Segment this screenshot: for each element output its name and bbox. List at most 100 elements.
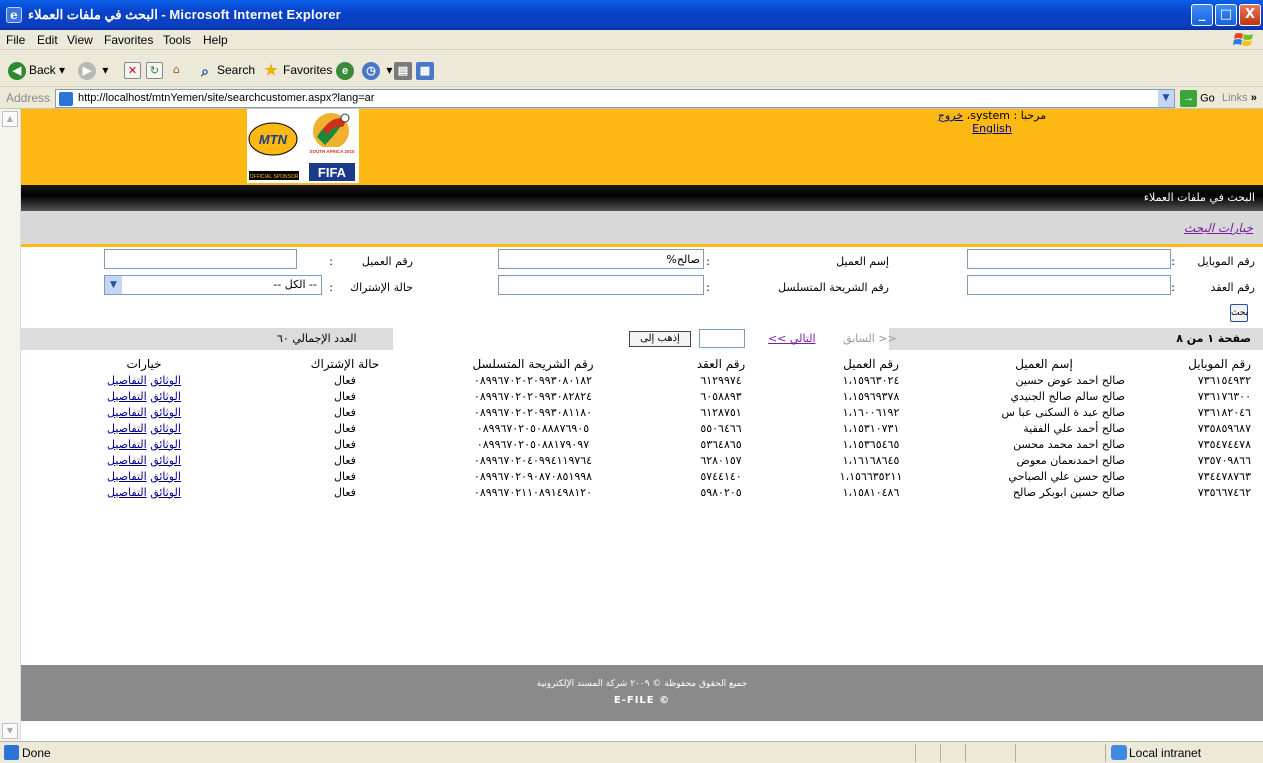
details-link[interactable]: التفاصيل <box>107 454 147 467</box>
maximize-button[interactable]: □ <box>1215 4 1237 26</box>
media-button[interactable]: e <box>336 59 357 81</box>
site-header: MTN OFFICIAL SPONSOR SOUTH AFRICA 2010 F… <box>21 109 1263 185</box>
cell-customer-name: صالح احمد عوض حسين <box>1015 373 1125 387</box>
documents-link[interactable]: الوثائق <box>150 390 181 403</box>
page-title-bar: البحث في ملفات العملاء <box>21 185 1263 211</box>
documents-link[interactable]: الوثائق <box>150 486 181 499</box>
details-link[interactable]: التفاصيل <box>107 374 147 387</box>
status-bar: Done Local intranet <box>0 741 1263 763</box>
contract-input[interactable] <box>967 275 1171 295</box>
documents-link[interactable]: الوثائق <box>150 422 181 435</box>
customer-name-input[interactable] <box>498 249 704 269</box>
page-number-input[interactable] <box>699 329 745 348</box>
scroll-up-icon[interactable]: ▲ <box>2 111 18 127</box>
cell-sim-serial: ٠٨٩٩٦٧٠٢٠٥٠٨٨٨٧٦٩٠٥ <box>476 421 590 435</box>
documents-link[interactable]: الوثائق <box>150 470 181 483</box>
stop-icon[interactable]: ✕ <box>124 62 141 79</box>
cell-mobile: ٧٣٦١٥٤٩٣٢ <box>1197 373 1251 387</box>
refresh-icon[interactable]: ↻ <box>146 62 163 79</box>
edit-icon: ▦ <box>416 61 434 80</box>
scroll-down-icon[interactable]: ▼ <box>2 723 18 739</box>
table-row: ٧٣٥٤٧٤٤٧٨ صالح احمد محمد محسن ١،١٥٣٦٥٤٦٥ ٥٣… <box>21 436 1263 452</box>
subscription-select[interactable]: ▼ -- الكل -- <box>104 275 322 295</box>
customer-no-input[interactable] <box>104 249 297 269</box>
english-link[interactable]: English <box>972 122 1012 135</box>
mobile-input[interactable] <box>967 249 1171 269</box>
cell-customer-name: صالح احمدنعمان معوض <box>1016 453 1125 467</box>
logout-link[interactable]: خروج <box>938 109 963 122</box>
cell-options: الوثائق التفاصيل <box>21 388 267 404</box>
col-contract: رقم العقد <box>696 357 746 371</box>
documents-link[interactable]: الوثائق <box>150 374 181 387</box>
go-to-page-button[interactable]: إذهب إلى <box>629 331 691 347</box>
menu-favorites[interactable]: Favorites <box>104 33 153 47</box>
menu-file[interactable]: File <box>6 33 25 47</box>
sim-serial-colon: : <box>706 281 710 294</box>
edit-button[interactable]: ▦ <box>416 59 437 81</box>
menu-edit[interactable]: Edit <box>37 33 58 47</box>
page-done-icon <box>4 745 19 760</box>
documents-link[interactable]: الوثائق <box>150 454 181 467</box>
documents-link[interactable]: الوثائق <box>150 438 181 451</box>
forward-button[interactable]: ▶ ▾ <box>78 59 108 81</box>
details-link[interactable]: التفاصيل <box>107 406 147 419</box>
svg-text:OFFICIAL SPONSOR: OFFICIAL SPONSOR <box>250 174 299 180</box>
svg-text:MTN: MTN <box>259 132 288 147</box>
table-row: ٧٣٦١٧٦٣٠٠ صالح سالم صالح الجنيدي ١،١٥٩٦٩٣٧… <box>21 388 1263 404</box>
mobile-colon: : <box>1171 255 1175 268</box>
cell-customer-name: صالح حسين ابوبكر صالح <box>1012 485 1125 499</box>
cell-contract: ٥٩٨٠٢٠٥ <box>700 485 742 499</box>
results-pager: صفحة ١ من ٨ << السابق التالي >> إذهب إلى… <box>21 328 1263 350</box>
vertical-scrollbar[interactable]: ▲ ▼ <box>0 109 21 741</box>
mtn-fifa-logo: MTN OFFICIAL SPONSOR SOUTH AFRICA 2010 F… <box>247 109 359 183</box>
details-link[interactable]: التفاصيل <box>107 422 147 435</box>
subscription-colon: : <box>329 281 333 294</box>
window-title-bar[interactable]: e البحث في ملفات العملاء - Microsoft Int… <box>0 0 1263 30</box>
cell-sim-serial: ٠٨٩٩٦٧٠٢١١٠٨٩١٤٩٨١٢٠ <box>473 485 593 499</box>
close-button[interactable]: X <box>1239 4 1261 26</box>
cell-mobile: ٧٣٤٤٧٨٧٦٣ <box>1197 469 1251 483</box>
site-footer: جميع الحقوق محفوظة © ٢٠٠٩ شركة المسند ال… <box>21 665 1263 721</box>
cell-mobile: ٧٣٥٨٥٩٦٨٧ <box>1197 421 1251 435</box>
back-button[interactable]: ◀ Back ▾ <box>8 59 65 81</box>
favorites-button[interactable]: ★ Favorites <box>262 59 332 81</box>
cell-contract: ٦٢٨٠١٥٧ <box>700 453 742 467</box>
cell-contract: ٦١٢٩٩٧٤ <box>700 373 742 387</box>
search-options-link[interactable]: خيارات البحث <box>1184 221 1253 235</box>
address-dropdown-icon[interactable]: ▼ <box>1158 90 1174 107</box>
links-button[interactable]: Links » <box>1222 92 1257 104</box>
status-divider <box>915 744 916 762</box>
sim-serial-input[interactable] <box>498 275 704 295</box>
menu-help[interactable]: Help <box>203 33 228 47</box>
search-button[interactable]: بحث <box>1230 304 1248 322</box>
cell-customer-no: ١،١٥٨١٠٤٨٦ <box>842 485 900 499</box>
documents-link[interactable]: الوثائق <box>150 406 181 419</box>
cell-subscription: فعال <box>334 469 356 483</box>
svg-text:SOUTH AFRICA 2010: SOUTH AFRICA 2010 <box>310 149 355 154</box>
menu-tools[interactable]: Tools <box>163 33 191 47</box>
home-icon[interactable]: ⌂ <box>168 62 185 79</box>
details-link[interactable]: التفاصيل <box>107 470 147 483</box>
print-button[interactable]: ▤ <box>394 59 415 81</box>
minimize-button[interactable]: _ <box>1191 4 1213 26</box>
page-icon <box>59 92 73 106</box>
next-link[interactable]: التالي >> <box>768 332 816 345</box>
cell-customer-no: ١،١٥٩٦٩٣٧٨ <box>842 389 900 403</box>
search-button[interactable]: ⌕ Search <box>196 59 255 81</box>
cell-customer-name: صالح سالم صالح الجنيدي <box>1010 389 1125 403</box>
menu-view[interactable]: View <box>67 33 93 47</box>
details-link[interactable]: التفاصيل <box>107 438 147 451</box>
cell-customer-no: ١،١٦٠٠٦١٩٢ <box>842 405 900 419</box>
address-input[interactable]: http://localhost/mtnYemen/site/searchcus… <box>55 89 1175 108</box>
cell-subscription: فعال <box>334 421 356 435</box>
previous-link: << السابق <box>843 332 897 345</box>
status-divider <box>1015 744 1016 762</box>
history-button[interactable]: ◷ ▾ <box>362 59 392 81</box>
go-button[interactable]: → Go <box>1180 90 1215 107</box>
cell-options: الوثائق التفاصيل <box>21 420 267 436</box>
col-customer-name: إسم العميل <box>1015 357 1073 371</box>
details-link[interactable]: التفاصيل <box>107 390 147 403</box>
cell-options: الوثائق التفاصيل <box>21 372 267 388</box>
details-link[interactable]: التفاصيل <box>107 486 147 499</box>
col-mobile: رقم الموبايل <box>1188 357 1251 371</box>
